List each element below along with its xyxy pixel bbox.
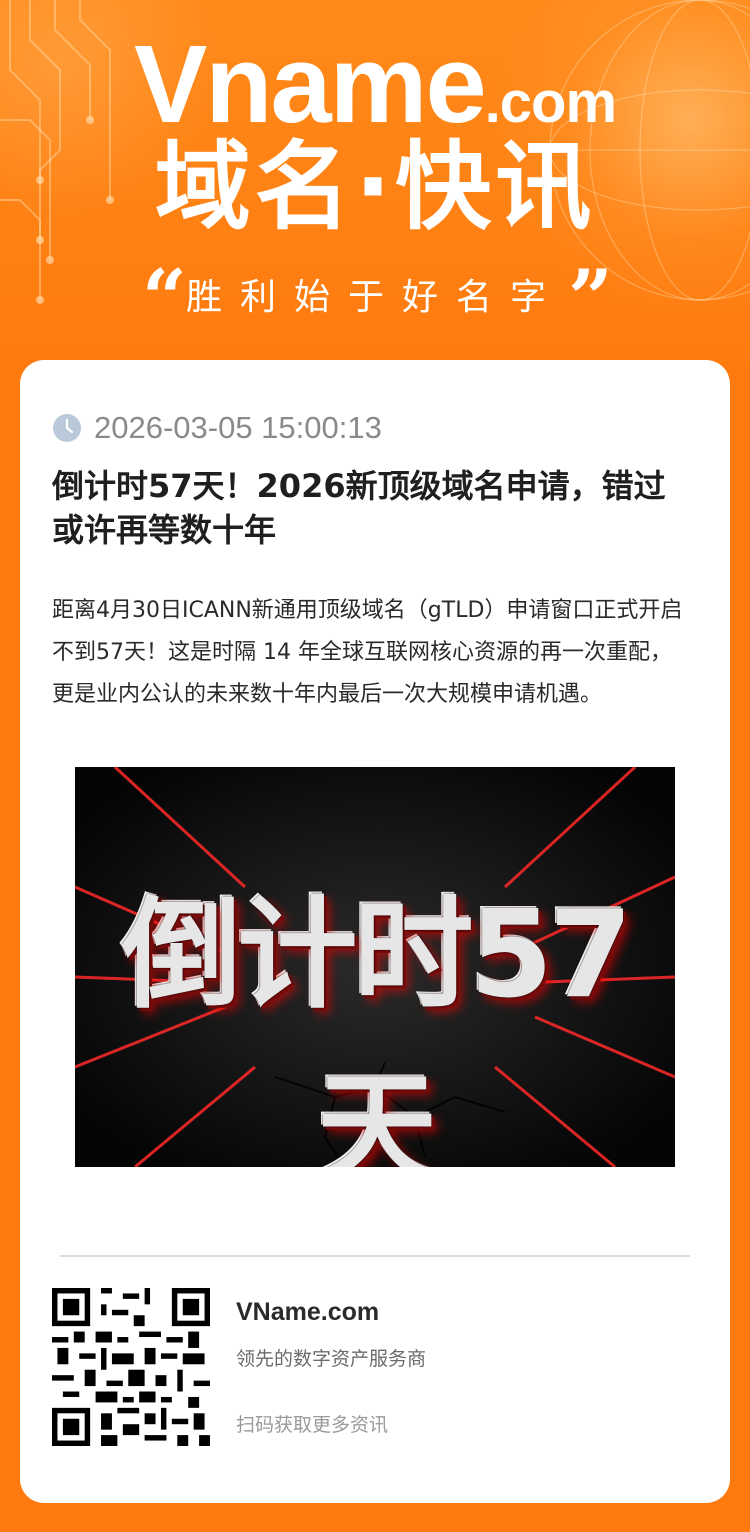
banner-headline: 倒计时57天 <box>121 886 633 1167</box>
qr-code[interactable] <box>52 1288 210 1446</box>
scan-hint: 扫码获取更多资讯 <box>236 1414 389 1436</box>
article-card: 2026-03-05 15:00:13 倒计时57天！2026新顶级域名申请，错… <box>20 360 730 1503</box>
publish-time-text: 2026-03-05 15:00:13 <box>94 410 382 445</box>
header-banner: Vname.com 域名·快讯 “ 胜利始于好名字 ” <box>0 0 750 380</box>
article-title[interactable]: 倒计时57天！2026新顶级域名申请，错过或许再等数十年 <box>52 464 692 552</box>
logo-main: Vname <box>133 23 487 146</box>
logo-suffix: .com <box>484 70 617 135</box>
footer-tagline: 领先的数字资产服务商 <box>236 1348 427 1370</box>
publish-time: 2026-03-05 15:00:13 <box>52 410 382 446</box>
footer-brand: VName.com <box>236 1298 380 1326</box>
article-image[interactable]: 倒计时57天 <box>75 767 675 1167</box>
quote-close-icon: ” <box>568 253 613 344</box>
vname-logo: Vname.com <box>0 30 750 140</box>
article-lede: 距离4月30日ICANN新通用顶级域名（gTLD）申请窗口正式开启不到57天！这… <box>52 598 683 707</box>
divider <box>60 1255 690 1257</box>
section-title: 域名·快讯 <box>154 131 596 243</box>
clock-icon <box>53 414 81 442</box>
slogan: 胜利始于好名字 <box>185 277 564 318</box>
